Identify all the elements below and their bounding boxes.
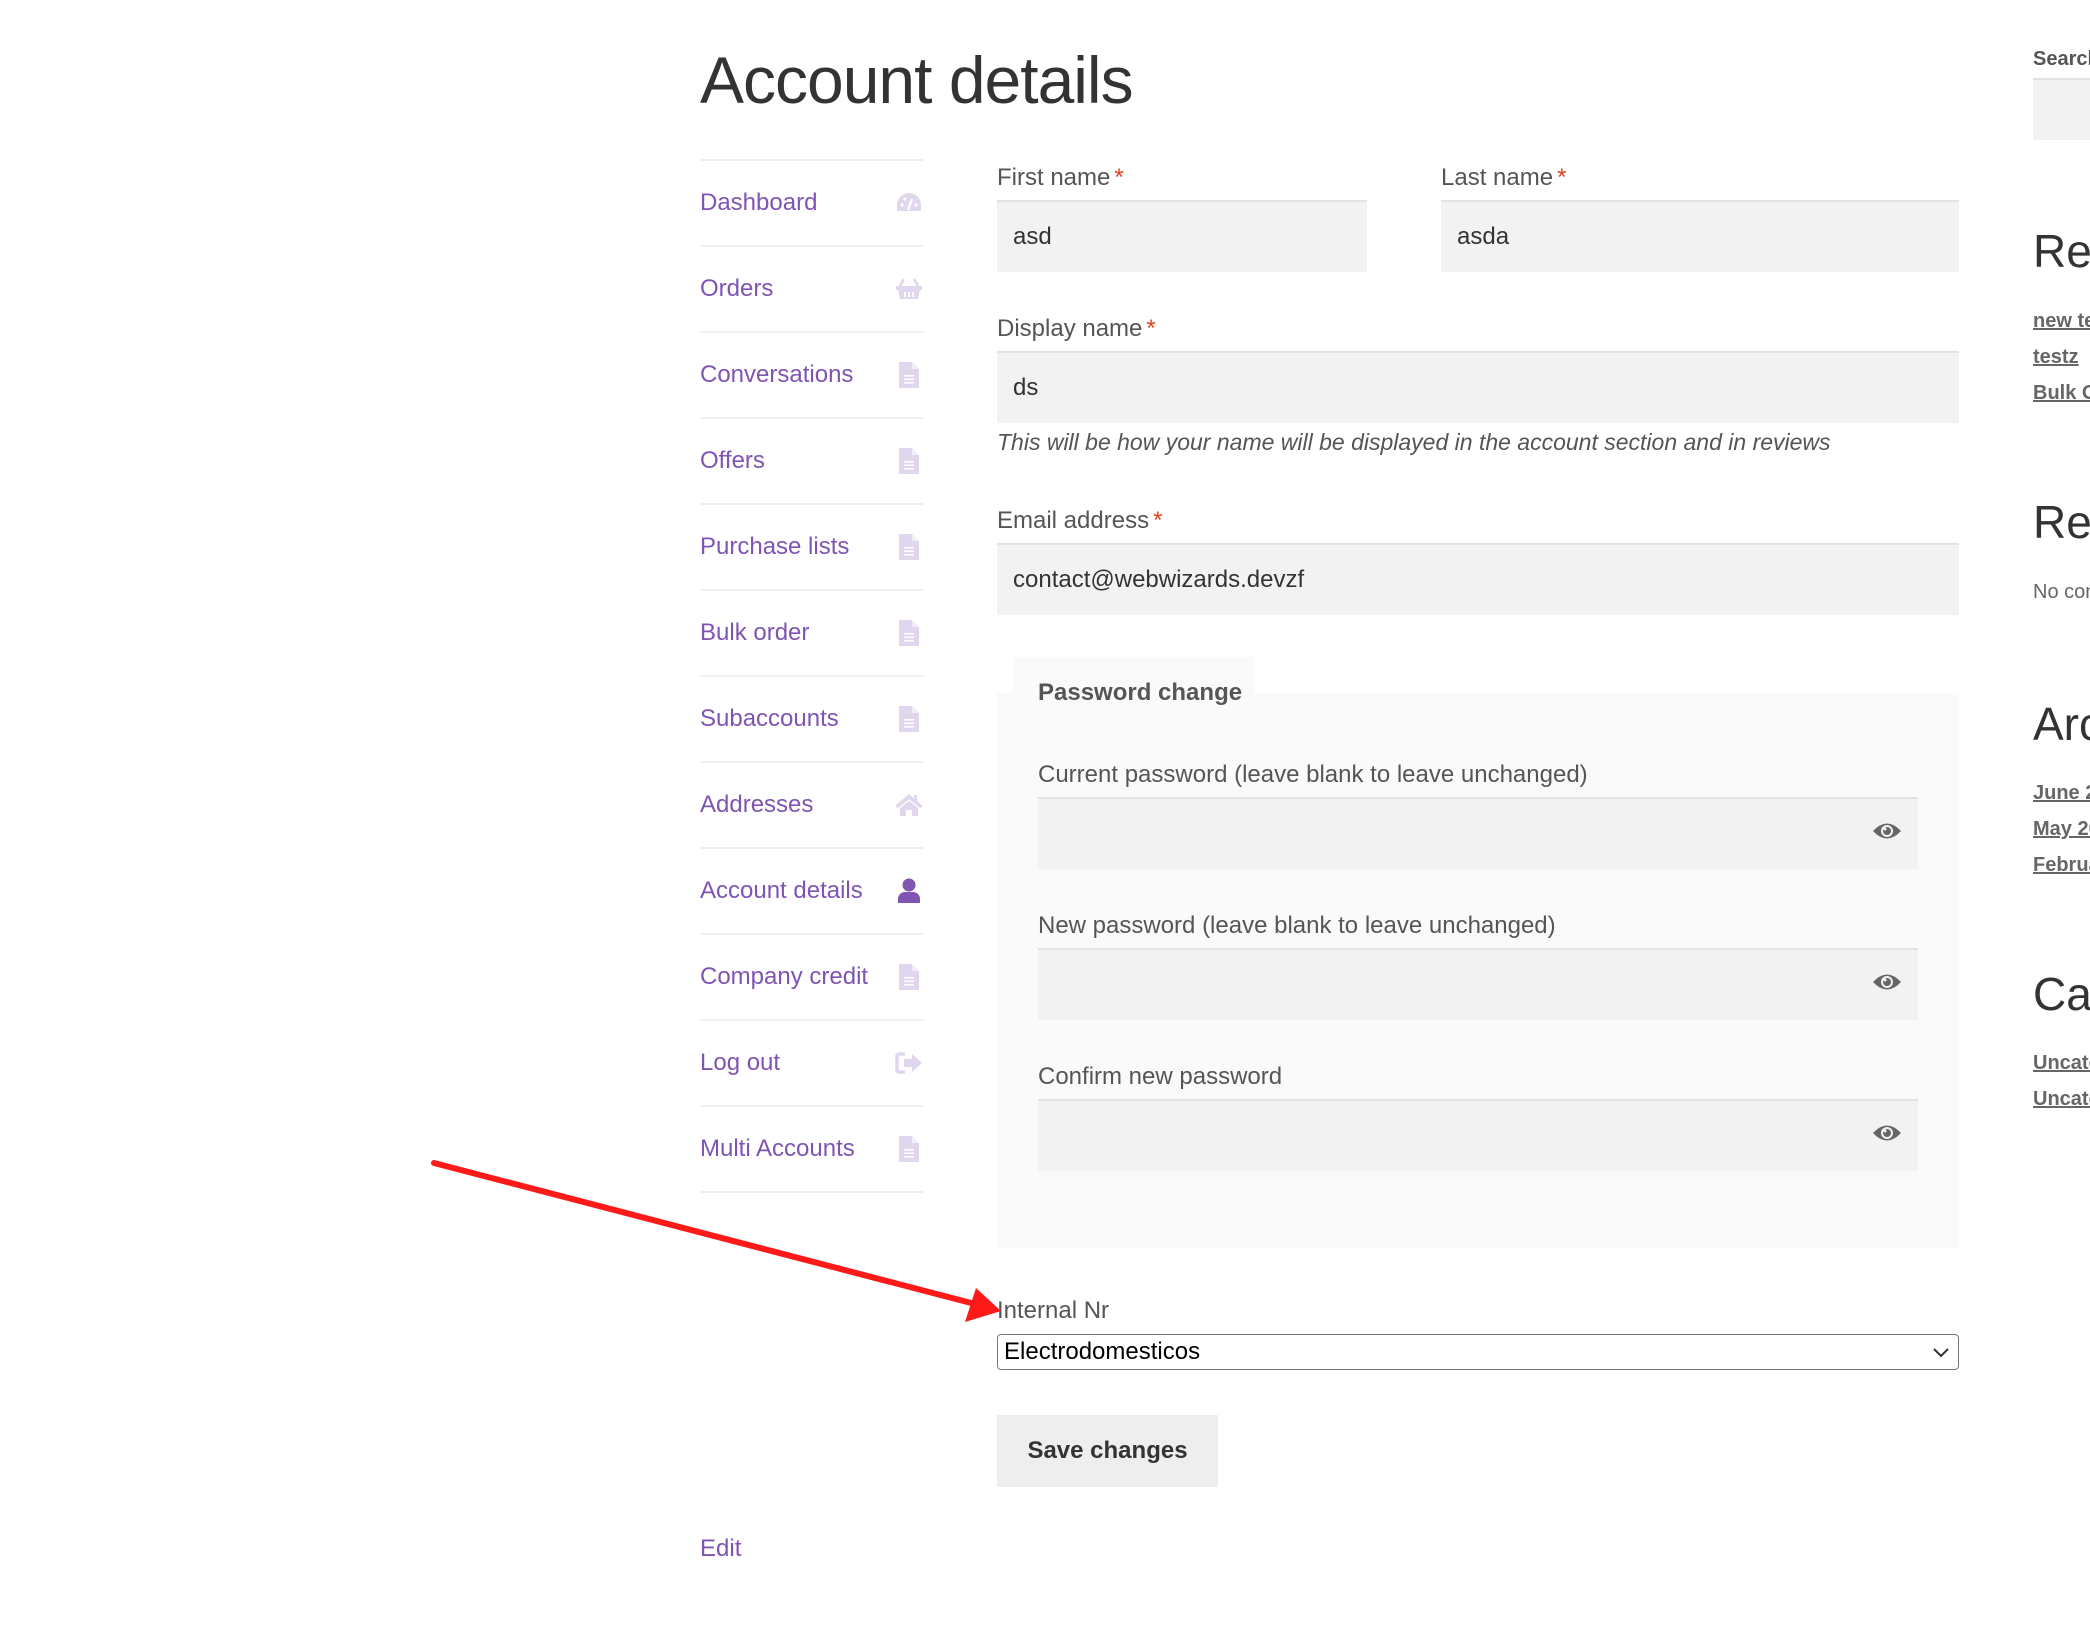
annotation-arrow-icon <box>431 1160 1001 1322</box>
